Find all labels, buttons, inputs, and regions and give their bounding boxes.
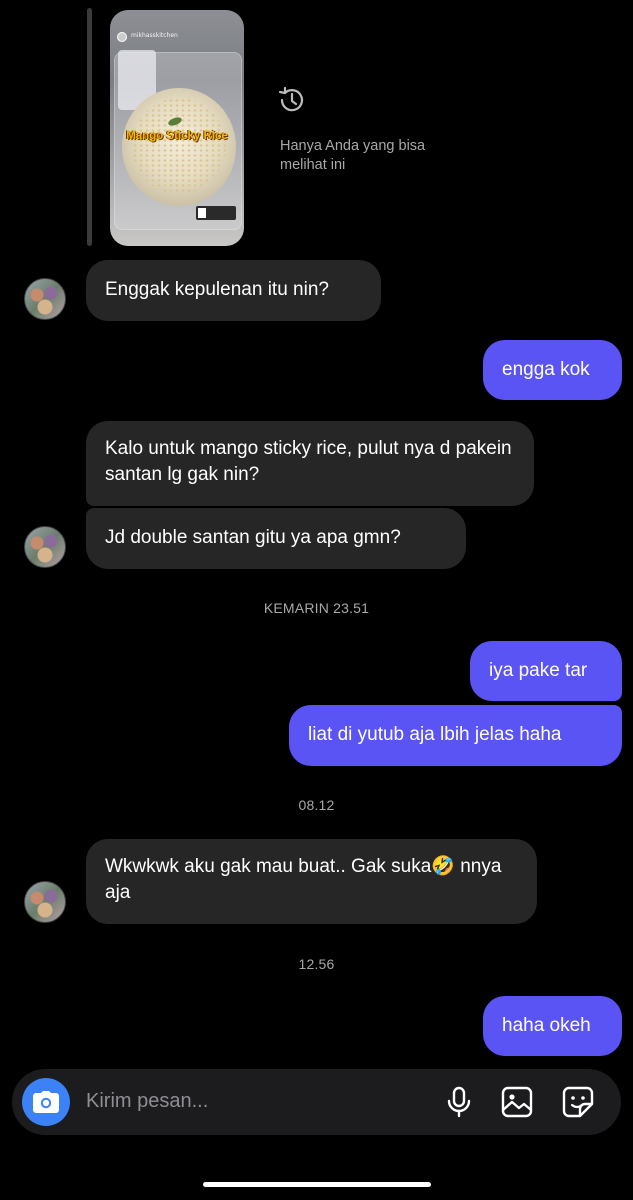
- story-visibility-notice: Hanya Anda yang bisa melihat ini: [280, 138, 426, 173]
- story-account-name: mikhasskitchen: [131, 32, 178, 39]
- message-bubble-outgoing[interactable]: engga kok: [483, 340, 622, 400]
- timestamp: KEMARIN 23.51: [263, 600, 370, 616]
- story-thumbnail[interactable]: mikhasskitchen Mango Sticky Rice: [110, 10, 244, 246]
- avatar[interactable]: [24, 278, 66, 320]
- message-bubble-outgoing[interactable]: liat di yutub aja lbih jelas haha: [289, 705, 622, 766]
- sticker-icon[interactable]: [561, 1085, 595, 1119]
- home-indicator: [203, 1182, 431, 1187]
- message-input[interactable]: [86, 1090, 406, 1113]
- message-bubble-outgoing[interactable]: haha okeh: [483, 996, 622, 1056]
- story-account-avatar: [117, 32, 127, 42]
- reply-indicator-bar: [87, 8, 92, 246]
- camera-icon: [33, 1091, 59, 1113]
- message-bubble-incoming[interactable]: Enggak kepulenan itu nin?: [86, 260, 381, 321]
- message-bubble-outgoing[interactable]: iya pake tar: [470, 641, 622, 701]
- avatar[interactable]: [24, 881, 66, 923]
- microphone-icon[interactable]: [442, 1085, 476, 1119]
- story-caption: Mango Sticky Rice: [126, 130, 228, 142]
- gallery-icon[interactable]: [500, 1085, 534, 1119]
- message-bubble-incoming[interactable]: Kalo untuk mango sticky rice, pulut nya …: [86, 421, 534, 506]
- timestamp: 12.56: [298, 956, 335, 972]
- story-link-sticker-icon: [198, 208, 206, 218]
- message-bubble-incoming[interactable]: Wkwkwk aku gak mau buat.. Gak suka🤣 nnya…: [86, 839, 537, 924]
- avatar[interactable]: [24, 526, 66, 568]
- story-image-sesame: [132, 98, 226, 194]
- message-bubble-incoming[interactable]: Jd double santan gitu ya apa gmn?: [86, 508, 466, 569]
- timestamp: 08.12: [298, 797, 335, 813]
- history-icon: [278, 86, 304, 112]
- camera-button[interactable]: [22, 1078, 70, 1126]
